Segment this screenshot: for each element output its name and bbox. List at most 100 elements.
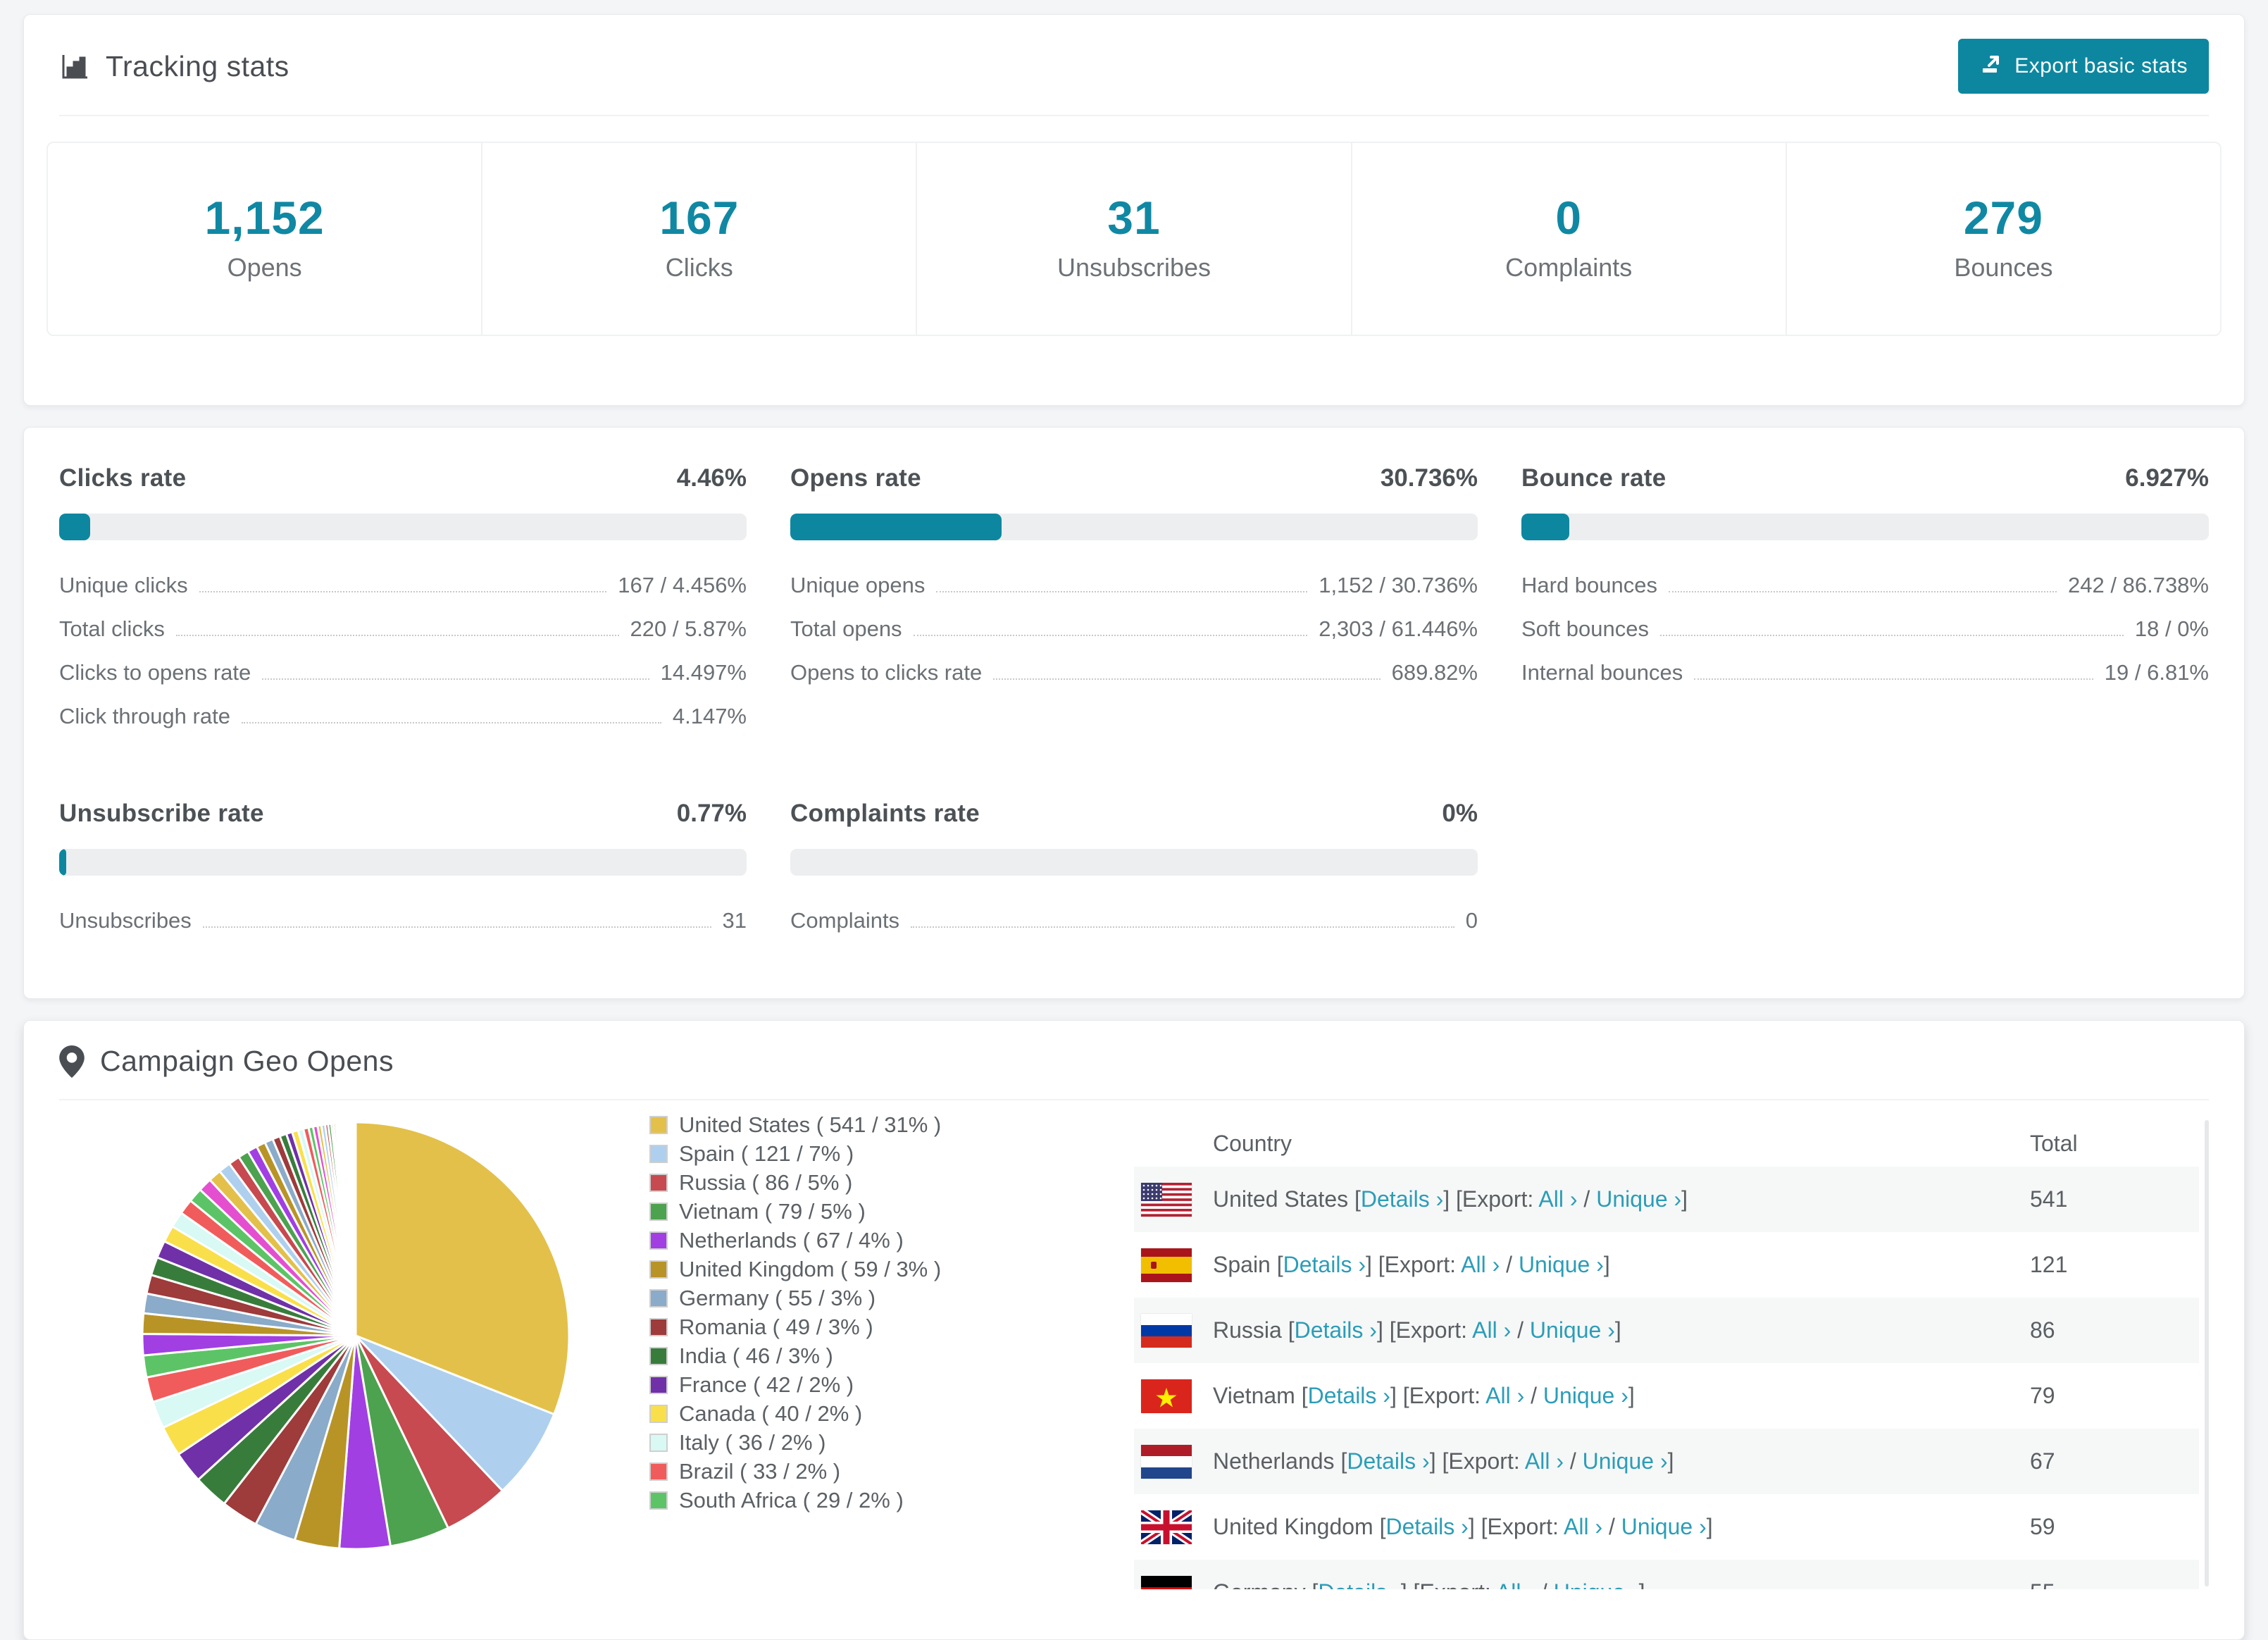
export-unique-link[interactable]: Unique › <box>1621 1514 1707 1539</box>
rate-stat-value: 2,303 / 61.446% <box>1319 616 1478 641</box>
export-unique-link[interactable]: Unique › <box>1543 1383 1628 1408</box>
total-cell: 59 <box>2030 1514 2055 1539</box>
tracking-stats-header: Tracking stats Export basic stats <box>24 15 2244 115</box>
rate-stat-label: Complaints <box>790 908 900 933</box>
total-cell: 541 <box>2030 1186 2068 1212</box>
rate-stat-value: 18 / 0% <box>2134 616 2209 641</box>
rate-header: Bounce rate 6.927% <box>1521 464 2209 492</box>
legend-label: Vietnam ( 79 / 5% ) <box>679 1198 866 1224</box>
flag-icon-de <box>1141 1575 1192 1589</box>
export-all-link[interactable]: All › <box>1461 1252 1500 1277</box>
rate-stat-label: Unique clicks <box>59 573 188 597</box>
legend-swatch <box>649 1462 668 1481</box>
flag-icon-vn <box>1141 1379 1192 1413</box>
rates-card: Clicks rate 4.46% Unique clicks 167 / 4.456… <box>23 427 2245 999</box>
rate-block-unsubscribe: Unsubscribe rate 0.77% Unsubscribes 31 <box>59 800 747 933</box>
rates-grid: Clicks rate 4.46% Unique clicks 167 / 4.456… <box>59 464 2209 933</box>
legend-label: France ( 42 / 2% ) <box>679 1372 854 1397</box>
dotted-leader <box>911 926 1454 928</box>
export-unique-link[interactable]: Unique › <box>1583 1448 1668 1474</box>
dotted-leader <box>936 591 1308 592</box>
export-unique-link[interactable]: Unique › <box>1519 1252 1604 1277</box>
legend-item-france: France ( 42 / 2% ) <box>649 1370 1016 1399</box>
table-row-us: United States [Details ›] [Export: All ›… <box>1134 1167 2199 1232</box>
country-name: United Kingdom <box>1213 1514 1380 1539</box>
flag-icon-es <box>1141 1248 1192 1282</box>
details-link[interactable]: Details › <box>1318 1579 1400 1589</box>
details-link[interactable]: Details › <box>1295 1317 1377 1343</box>
rate-stat-label: Unsubscribes <box>59 908 192 933</box>
rate-progress-track <box>59 849 747 876</box>
rate-stat-row: Soft bounces 18 / 0% <box>1521 616 2209 642</box>
rate-value: 0.77% <box>676 800 747 827</box>
dotted-leader <box>1694 678 2093 680</box>
export-all-link[interactable]: All › <box>1538 1186 1577 1212</box>
rate-stat-row: Hard bounces 242 / 86.738% <box>1521 573 2209 598</box>
rate-stat-value: 167 / 4.456% <box>618 573 747 597</box>
export-unique-link[interactable]: Unique › <box>1530 1317 1615 1343</box>
legend-label: India ( 46 / 3% ) <box>679 1343 833 1368</box>
stat-label: Unsubscribes <box>1057 253 1211 282</box>
country-name: Spain <box>1213 1252 1277 1277</box>
country-name: Germany <box>1213 1579 1311 1589</box>
details-link[interactable]: Details › <box>1308 1383 1390 1408</box>
legend-swatch <box>649 1317 668 1336</box>
rate-progress-fill <box>59 514 90 540</box>
legend-swatch <box>649 1288 668 1307</box>
rate-block-opens: Opens rate 30.736% Unique opens 1,152 / 30.… <box>790 464 1478 729</box>
stat-box-unsubscribes: 31 Unsubscribes <box>917 143 1352 335</box>
table-row-nl: Netherlands [Details ›] [Export: All › /… <box>1134 1429 2199 1494</box>
dotted-leader <box>993 678 1381 680</box>
stat-value: 0 <box>1555 192 1583 244</box>
pie-slice-68[interactable] <box>354 1121 357 1336</box>
export-all-link[interactable]: All › <box>1485 1383 1524 1408</box>
stat-label: Opens <box>227 253 302 282</box>
stat-box-opens: 1,152 Opens <box>48 143 483 335</box>
bar-chart-icon <box>59 51 90 82</box>
export-all-link[interactable]: All › <box>1472 1317 1511 1343</box>
legend-label: Germany ( 55 / 3% ) <box>679 1285 876 1310</box>
export-all-link[interactable]: All › <box>1525 1448 1564 1474</box>
details-link[interactable]: Details › <box>1283 1252 1366 1277</box>
rate-title: Complaints rate <box>790 800 980 827</box>
table-scrollbar[interactable] <box>2205 1120 2209 1586</box>
legend-label: Italy ( 36 / 2% ) <box>679 1429 826 1455</box>
legend-item-south-africa: South Africa ( 29 / 2% ) <box>649 1486 1016 1515</box>
table-row-ru: Russia [Details ›] [Export: All › / Uniq… <box>1134 1298 2199 1363</box>
rate-stat-row: Total clicks 220 / 5.87% <box>59 616 747 642</box>
rate-stat-label: Click through rate <box>59 704 230 728</box>
country-cell: Vietnam [Details ›] [Export: All › / Uni… <box>1213 1383 1635 1408</box>
legend-swatch <box>649 1260 668 1279</box>
export-unique-link[interactable]: Unique › <box>1554 1579 1639 1589</box>
stat-label: Clicks <box>665 253 733 282</box>
rate-progress-fill <box>790 514 1002 540</box>
export-all-link[interactable]: All › <box>1564 1514 1602 1539</box>
legend-swatch <box>649 1375 668 1394</box>
rate-block-clicks: Clicks rate 4.46% Unique clicks 167 / 4.456… <box>59 464 747 729</box>
legend-item-germany: Germany ( 55 / 3% ) <box>649 1284 1016 1312</box>
details-link[interactable]: Details › <box>1361 1186 1443 1212</box>
geo-pie-chart[interactable] <box>137 1109 575 1589</box>
rate-value: 6.927% <box>2125 464 2209 492</box>
export-basic-stats-button[interactable]: Export basic stats <box>1958 39 2209 94</box>
map-pin-icon <box>59 1045 85 1078</box>
rate-value: 4.46% <box>676 464 747 492</box>
details-link[interactable]: Details › <box>1385 1514 1468 1539</box>
export-all-link[interactable]: All › <box>1496 1579 1535 1589</box>
rate-block-bounce: Bounce rate 6.927% Hard bounces 242 / 86.73… <box>1521 464 2209 729</box>
rate-title: Clicks rate <box>59 464 187 492</box>
legend-label: Canada ( 40 / 2% ) <box>679 1400 863 1426</box>
rate-stat-row: Total opens 2,303 / 61.446% <box>790 616 1478 642</box>
dotted-leader <box>175 635 619 636</box>
legend-swatch <box>649 1491 668 1510</box>
details-link[interactable]: Details › <box>1347 1448 1429 1474</box>
rate-stat-row: Unsubscribes 31 <box>59 908 747 933</box>
total-cell: 121 <box>2030 1252 2068 1277</box>
rate-stat-row: Clicks to opens rate 14.497% <box>59 660 747 685</box>
export-unique-link[interactable]: Unique › <box>1596 1186 1681 1212</box>
stat-label: Bounces <box>1954 253 2053 282</box>
dotted-leader <box>262 678 649 680</box>
geo-header: Campaign Geo Opens <box>24 1021 2244 1099</box>
geo-table: Country Total United States [Details ›] … <box>1134 1120 2209 1589</box>
total-cell: 86 <box>2030 1317 2055 1343</box>
